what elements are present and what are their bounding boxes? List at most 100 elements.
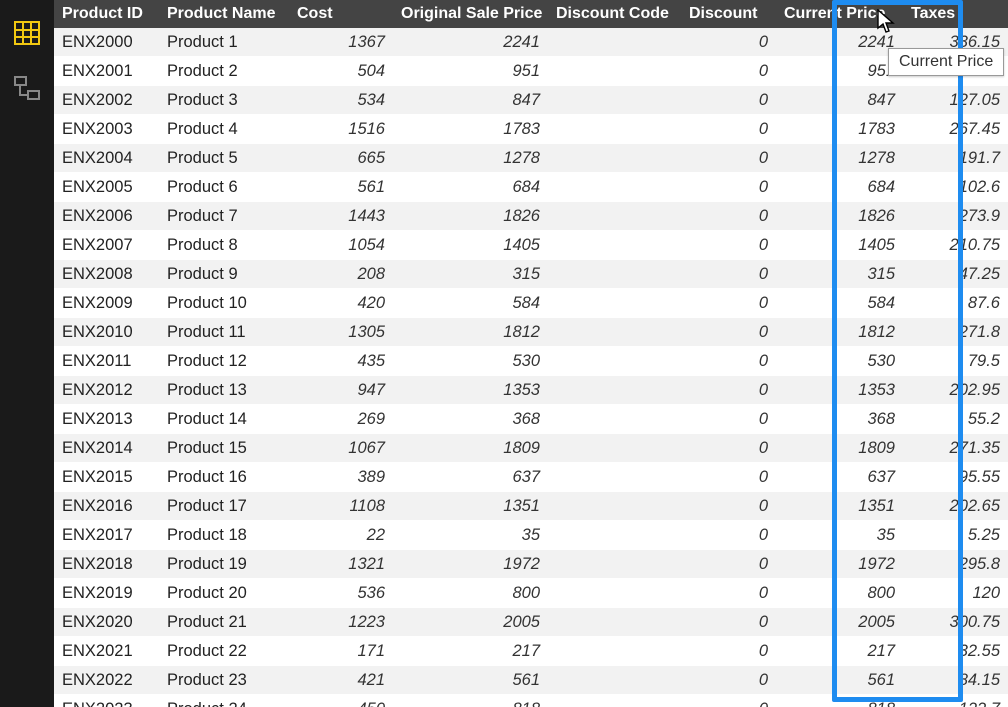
cell-product-name[interactable]: Product 7 (159, 202, 289, 231)
cell-cost[interactable]: 450 (289, 695, 393, 707)
cell-product-id[interactable]: ENX2004 (54, 144, 159, 173)
cell-original-sale-price[interactable]: 1826 (393, 202, 548, 231)
col-header-product-name[interactable]: Product Name (159, 0, 289, 28)
cell-product-id[interactable]: ENX2011 (54, 347, 159, 376)
cell-product-id[interactable]: ENX2022 (54, 666, 159, 695)
cell-discount[interactable]: 0 (681, 521, 776, 550)
cell-discount[interactable]: 0 (681, 57, 776, 86)
cell-taxes[interactable]: 84.15 (903, 666, 1008, 695)
cell-taxes[interactable]: 202.95 (903, 376, 1008, 405)
cell-cost[interactable]: 435 (289, 347, 393, 376)
cell-current-price[interactable]: 2241 (776, 28, 903, 57)
cell-discount[interactable]: 0 (681, 666, 776, 695)
cell-cost[interactable]: 1367 (289, 28, 393, 57)
cell-cost[interactable]: 22 (289, 521, 393, 550)
cell-taxes[interactable]: 79.5 (903, 347, 1008, 376)
cell-current-price[interactable]: 1972 (776, 550, 903, 579)
cell-cost[interactable]: 1305 (289, 318, 393, 347)
data-table[interactable]: Product ID Product Name Cost Original Sa… (54, 0, 1008, 707)
cell-original-sale-price[interactable]: 1405 (393, 231, 548, 260)
cell-product-id[interactable]: ENX2012 (54, 376, 159, 405)
cell-discount-code[interactable] (548, 115, 681, 144)
cell-original-sale-price[interactable]: 315 (393, 260, 548, 289)
cell-discount[interactable]: 0 (681, 115, 776, 144)
data-view-button[interactable] (8, 14, 46, 52)
cell-discount[interactable]: 0 (681, 347, 776, 376)
cell-current-price[interactable]: 818 (776, 695, 903, 707)
col-header-current-price[interactable]: Current Price (776, 0, 903, 28)
cell-product-id[interactable]: ENX2005 (54, 173, 159, 202)
cell-cost[interactable]: 421 (289, 666, 393, 695)
cell-product-name[interactable]: Product 19 (159, 550, 289, 579)
cell-current-price[interactable]: 1405 (776, 231, 903, 260)
table-row[interactable]: ENX2004Product 5665127801278191.7 (54, 144, 1008, 173)
cell-discount[interactable]: 0 (681, 637, 776, 666)
cell-current-price[interactable]: 637 (776, 463, 903, 492)
cell-product-name[interactable]: Product 16 (159, 463, 289, 492)
cell-original-sale-price[interactable]: 800 (393, 579, 548, 608)
cell-taxes[interactable]: 122.7 (903, 695, 1008, 707)
cell-original-sale-price[interactable]: 1812 (393, 318, 548, 347)
cell-taxes[interactable]: 271.8 (903, 318, 1008, 347)
cell-discount-code[interactable] (548, 434, 681, 463)
cell-discount-code[interactable] (548, 666, 681, 695)
cell-product-name[interactable]: Product 6 (159, 173, 289, 202)
cell-taxes[interactable]: 191.7 (903, 144, 1008, 173)
cell-product-name[interactable]: Product 24 (159, 695, 289, 707)
cell-discount[interactable]: 0 (681, 260, 776, 289)
cell-discount-code[interactable] (548, 637, 681, 666)
table-row[interactable]: ENX2021Product 22171217021732.55 (54, 637, 1008, 666)
cell-current-price[interactable]: 1826 (776, 202, 903, 231)
cell-taxes[interactable]: 87.6 (903, 289, 1008, 318)
cell-taxes[interactable]: 127.05 (903, 86, 1008, 115)
table-row[interactable]: ENX2006Product 71443182601826273.9 (54, 202, 1008, 231)
cell-original-sale-price[interactable]: 637 (393, 463, 548, 492)
cell-cost[interactable]: 269 (289, 405, 393, 434)
cell-cost[interactable]: 171 (289, 637, 393, 666)
table-row[interactable]: ENX2005Product 65616840684102.6 (54, 173, 1008, 202)
model-view-button[interactable] (8, 70, 46, 108)
cell-original-sale-price[interactable]: 1278 (393, 144, 548, 173)
cell-current-price[interactable]: 684 (776, 173, 903, 202)
cell-original-sale-price[interactable]: 35 (393, 521, 548, 550)
cell-product-name[interactable]: Product 2 (159, 57, 289, 86)
cell-current-price[interactable]: 1353 (776, 376, 903, 405)
table-row[interactable]: ENX2007Product 81054140501405210.75 (54, 231, 1008, 260)
table-row[interactable]: ENX2019Product 205368000800120 (54, 579, 1008, 608)
cell-current-price[interactable]: 368 (776, 405, 903, 434)
cell-discount[interactable]: 0 (681, 550, 776, 579)
cell-taxes[interactable]: 273.9 (903, 202, 1008, 231)
cell-taxes[interactable]: 267.45 (903, 115, 1008, 144)
cell-discount-code[interactable] (548, 550, 681, 579)
col-header-discount[interactable]: Discount (681, 0, 776, 28)
cell-current-price[interactable]: 800 (776, 579, 903, 608)
cell-discount-code[interactable] (548, 173, 681, 202)
cell-product-id[interactable]: ENX2016 (54, 492, 159, 521)
cell-product-id[interactable]: ENX2010 (54, 318, 159, 347)
cell-taxes[interactable]: 210.75 (903, 231, 1008, 260)
cell-discount-code[interactable] (548, 579, 681, 608)
table-row[interactable]: ENX2020Product 211223200502005300.75 (54, 608, 1008, 637)
table-row[interactable]: ENX2017Product 1822350355.25 (54, 521, 1008, 550)
cell-taxes[interactable]: 55.2 (903, 405, 1008, 434)
cell-original-sale-price[interactable]: 584 (393, 289, 548, 318)
col-header-cost[interactable]: Cost (289, 0, 393, 28)
table-row[interactable]: ENX2015Product 16389637063795.55 (54, 463, 1008, 492)
table-row[interactable]: ENX2023Product 244508180818122.7 (54, 695, 1008, 707)
cell-original-sale-price[interactable]: 1972 (393, 550, 548, 579)
cell-product-id[interactable]: ENX2018 (54, 550, 159, 579)
cell-product-id[interactable]: ENX2003 (54, 115, 159, 144)
cell-discount[interactable]: 0 (681, 144, 776, 173)
cell-current-price[interactable]: 584 (776, 289, 903, 318)
cell-product-name[interactable]: Product 13 (159, 376, 289, 405)
cell-cost[interactable]: 504 (289, 57, 393, 86)
col-header-taxes[interactable]: Taxes (903, 0, 1008, 28)
cell-product-id[interactable]: ENX2009 (54, 289, 159, 318)
cell-discount-code[interactable] (548, 608, 681, 637)
cell-product-name[interactable]: Product 5 (159, 144, 289, 173)
cell-product-name[interactable]: Product 4 (159, 115, 289, 144)
cell-cost[interactable]: 1223 (289, 608, 393, 637)
cell-taxes[interactable]: 5.25 (903, 521, 1008, 550)
cell-discount-code[interactable] (548, 347, 681, 376)
cell-product-name[interactable]: Product 8 (159, 231, 289, 260)
